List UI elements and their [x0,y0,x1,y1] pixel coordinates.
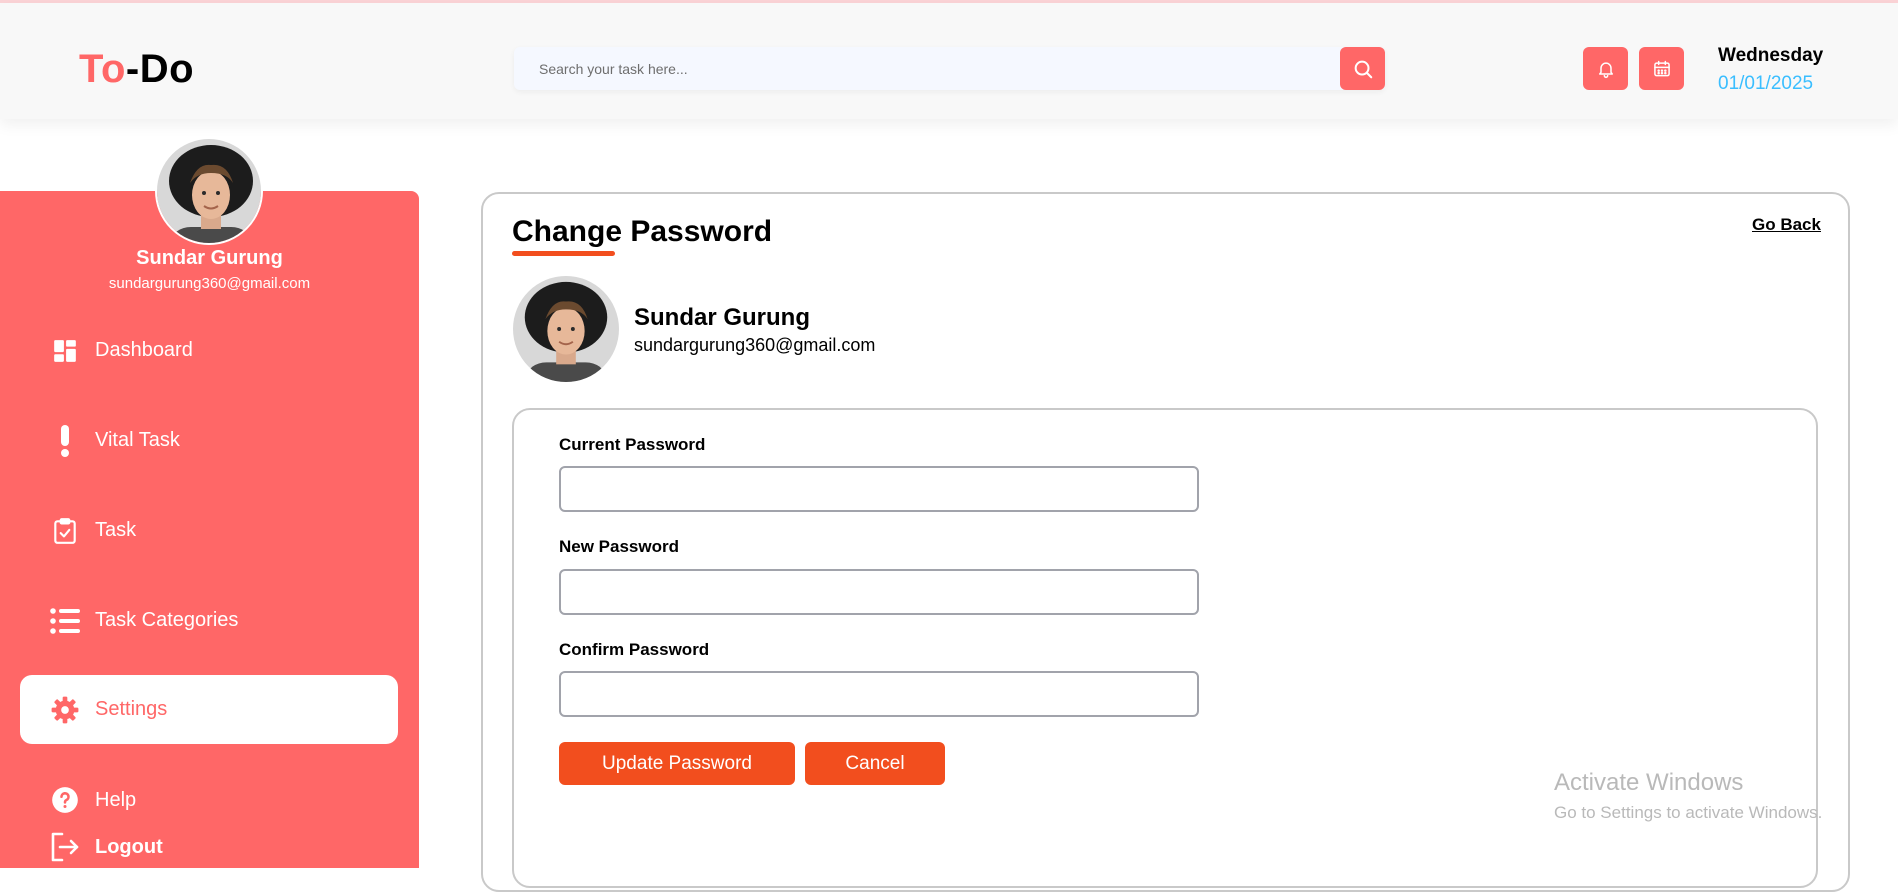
sidebar-item-task[interactable]: Task [20,496,398,565]
confirm-password-label: Confirm Password [559,640,710,659]
search-input[interactable] [514,47,1334,90]
logout-label: Logout [95,835,163,858]
cancel-button[interactable]: Cancel [805,742,945,785]
sidebar-item-vital-task[interactable]: Vital Task [20,406,398,475]
logout-button[interactable]: Logout [20,827,398,867]
current-date: 01/01/2025 [1718,73,1814,94]
update-password-button[interactable]: Update Password [559,742,795,785]
current-day: Wednesday [1718,45,1824,66]
profile-name: Sundar Gurung [634,304,810,331]
current-password-field[interactable] [559,466,1199,512]
calendar-icon [1653,60,1670,76]
sidebar-item-label: Help [95,788,137,811]
title-underline [512,251,615,256]
activation-watermark-subtitle: Go to Settings to activate Windows. [1554,803,1823,822]
search-icon [1354,60,1372,78]
confirm-password-field[interactable] [559,671,1199,717]
sidebar-avatar [155,137,263,245]
go-back-link[interactable]: Go Back [1752,215,1821,235]
app-logo[interactable]: To-Do [79,47,194,92]
calendar-button[interactable] [1639,47,1684,90]
bell-icon [1598,61,1613,78]
logo-part-1: To [79,47,126,91]
sidebar-user-email: sundargurung360@gmail.com [108,275,311,292]
notifications-button[interactable] [1583,47,1628,90]
search-button[interactable] [1340,47,1385,90]
gear-icon [45,696,85,724]
activation-watermark-title: Activate Windows [1554,769,1744,796]
sidebar-item-label: Dashboard [95,339,193,361]
sidebar-item-help[interactable]: Help [20,780,398,820]
sidebar-item-label: Settings [95,698,168,720]
sidebar-user-name: Sundar Gurung [136,247,283,269]
page-title: Change Password [512,215,773,248]
logout-icon [45,831,85,863]
sidebar-item-task-categories[interactable]: Task Categories [20,586,398,655]
dashboard-icon [45,338,85,364]
profile-email: sundargurung360@gmail.com [634,335,876,355]
sidebar-item-settings[interactable]: Settings [20,675,398,744]
top-header: To-Do Wednesday 01/01/2025 [0,3,1898,119]
help-icon [45,786,85,814]
logo-part-2: -Do [125,47,195,91]
search-bar [514,47,1385,90]
new-password-field[interactable] [559,569,1199,615]
sidebar-item-label: Task Categories [95,609,239,631]
new-password-label: New Password [559,537,679,556]
sidebar-item-dashboard[interactable]: Dashboard [20,316,398,385]
profile-avatar [513,276,619,382]
exclamation-icon [45,424,85,457]
sidebar-item-label: Vital Task [95,429,180,451]
clipboard-check-icon [45,517,85,545]
list-icon [45,607,85,634]
current-password-label: Current Password [559,435,706,454]
sidebar-item-label: Task [95,519,137,541]
